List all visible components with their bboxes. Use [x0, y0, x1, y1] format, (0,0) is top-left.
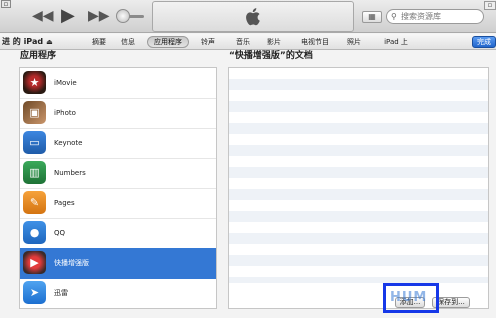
- tab-info[interactable]: 信息: [117, 37, 139, 48]
- app-name: iMovie: [54, 79, 77, 87]
- toolbar: ▫ ◀◀ ▶ ▶▶ ▦ ⚲ 搜索资源库 ▫: [0, 0, 496, 33]
- docs-heading: “快播增强版”的文档: [229, 51, 313, 61]
- app-name: 快播增强版: [54, 259, 89, 267]
- app-name: Numbers: [54, 169, 86, 177]
- qq-icon: ●: [23, 221, 46, 244]
- kuaibo-icon: ▶: [23, 251, 46, 274]
- tab-on-ipad[interactable]: iPad 上: [374, 37, 418, 48]
- search-field[interactable]: ⚲ 搜索资源库: [386, 9, 484, 24]
- app-name: iPhoto: [54, 109, 76, 117]
- window-controls-icon[interactable]: ▫: [484, 1, 496, 10]
- xunlei-icon: ➤: [23, 281, 46, 304]
- app-row-kuaibo[interactable]: ▶ 快播增强版: [20, 248, 216, 279]
- tab-photos[interactable]: 照片: [343, 37, 365, 48]
- eject-icon[interactable]: ⏏: [46, 38, 53, 46]
- tab-ringtones[interactable]: 铃声: [197, 37, 219, 48]
- tab-music[interactable]: 音乐: [232, 37, 254, 48]
- highlight-annotation: [383, 283, 439, 313]
- status-display: [152, 1, 354, 32]
- window-menu-icon[interactable]: ▫: [1, 0, 11, 8]
- app-row-numbers[interactable]: ▥ Numbers: [20, 158, 216, 189]
- search-placeholder: 搜索资源库: [401, 12, 441, 21]
- documents-rows: [229, 68, 488, 283]
- app-row-qq[interactable]: ● QQ: [20, 218, 216, 249]
- app-row-pages[interactable]: ✎ Pages: [20, 188, 216, 219]
- iphoto-icon: ▣: [23, 101, 46, 124]
- fast-forward-icon[interactable]: ▶▶: [88, 6, 110, 26]
- tab-movies[interactable]: 影片: [263, 37, 285, 48]
- volume-knob[interactable]: [116, 9, 130, 23]
- done-button[interactable]: 完成: [472, 36, 496, 48]
- app-name: Keynote: [54, 139, 83, 147]
- device-label[interactable]: 进 的 iPad ⏏: [2, 36, 53, 48]
- app-name: Pages: [54, 199, 75, 207]
- tab-summary[interactable]: 摘要: [88, 37, 110, 48]
- documents-list[interactable]: 添加... 保存到...: [228, 67, 489, 309]
- tab-tv-shows[interactable]: 电视节目: [296, 37, 334, 48]
- imovie-icon: ★: [23, 71, 46, 94]
- keynote-icon: ▭: [23, 131, 46, 154]
- apps-heading: 应用程序: [20, 51, 57, 61]
- tab-apps[interactable]: 应用程序: [147, 36, 189, 48]
- app-row-xunlei[interactable]: ➤ 迅雷: [20, 278, 216, 308]
- numbers-icon: ▥: [23, 161, 46, 184]
- view-toggle-button[interactable]: ▦: [362, 11, 382, 23]
- app-name: 迅雷: [54, 289, 68, 297]
- app-row-imovie[interactable]: ★ iMovie: [20, 68, 216, 99]
- play-icon[interactable]: ▶: [61, 6, 77, 26]
- pages-icon: ✎: [23, 191, 46, 214]
- app-name: QQ: [54, 229, 66, 237]
- app-row-keynote[interactable]: ▭ Keynote: [20, 128, 216, 159]
- search-icon: ⚲: [391, 12, 397, 21]
- apple-logo-icon: [246, 8, 260, 26]
- app-list[interactable]: ★ iMovie ▣ iPhoto ▭ Keynote ▥ Numbers ✎ …: [19, 67, 217, 309]
- tab-bar: 进 的 iPad ⏏ 摘要 信息 应用程序 铃声 音乐 影片 电视节目 照片 iP…: [0, 34, 496, 50]
- app-row-iphoto[interactable]: ▣ iPhoto: [20, 98, 216, 129]
- rewind-icon[interactable]: ◀◀: [32, 6, 54, 26]
